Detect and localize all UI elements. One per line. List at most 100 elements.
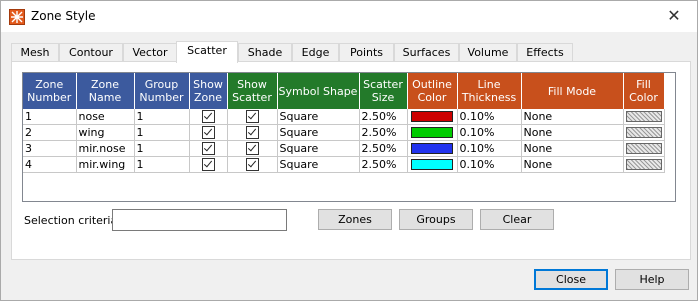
cell-outline-color[interactable] [407,156,458,173]
show-scatter-checkbox[interactable] [245,142,259,155]
cell-group-number[interactable]: 1 [134,156,190,173]
outline-color-swatch[interactable] [411,127,453,138]
cell-show-scatter[interactable] [227,140,278,157]
clear-button[interactable]: Clear [480,209,554,230]
fill-color-swatch[interactable] [625,111,662,122]
help-button[interactable]: Help [615,269,689,290]
tab-mesh[interactable]: Mesh [11,43,59,62]
fill-color-swatch[interactable] [625,159,662,170]
cell-line-thickness[interactable]: 0.10% [457,140,522,157]
cell-fill-color[interactable] [623,156,665,173]
table-row[interactable]: 2 wing 1 Square 2.50% 0.10% None [23,124,665,141]
cell-symbol-shape[interactable]: Square [277,109,360,125]
selection-criteria-label: Selection criteria: [24,214,121,227]
selection-criteria-input[interactable] [112,209,287,231]
outline-color-swatch[interactable] [411,143,453,154]
table-row[interactable]: 1 nose 1 Square 2.50% 0.10% None [23,109,665,125]
cell-fill-color[interactable] [623,109,665,125]
show-zone-checkbox[interactable] [201,110,215,123]
cell-group-number[interactable]: 1 [134,124,190,141]
tab-contour[interactable]: Contour [59,43,123,62]
window-title: Zone Style [31,9,96,23]
cell-fill-mode[interactable]: None [521,140,624,157]
cell-show-scatter[interactable] [227,156,278,173]
cell-fill-mode[interactable]: None [521,109,624,125]
header-outline-color[interactable]: Outline Color [407,73,458,109]
cell-scatter-size[interactable]: 2.50% [359,156,408,173]
cell-fill-color[interactable] [623,140,665,157]
header-zone-name[interactable]: Zone Name [76,73,135,109]
zone-table: Zone Number Zone Name Group Number Show … [23,73,665,173]
cell-zone-number[interactable]: 4 [23,156,77,173]
show-zone-checkbox[interactable] [201,142,215,155]
cell-symbol-shape[interactable]: Square [277,124,360,141]
tab-shade[interactable]: Shade [238,43,292,62]
tab-scatter[interactable]: Scatter [176,41,238,63]
cell-scatter-size[interactable]: 2.50% [359,124,408,141]
show-zone-checkbox[interactable] [201,158,215,171]
app-icon [9,9,25,25]
tab-surfaces[interactable]: Surfaces [394,43,459,62]
outline-color-swatch[interactable] [411,111,453,122]
tab-edge[interactable]: Edge [292,43,339,62]
tab-effects[interactable]: Effects [517,43,573,62]
table-row[interactable]: 3 mir.nose 1 Square 2.50% 0.10% None [23,140,665,157]
outline-color-swatch[interactable] [411,159,453,170]
cell-scatter-size[interactable]: 2.50% [359,140,408,157]
cell-show-scatter[interactable] [227,124,278,141]
cell-fill-mode[interactable]: None [521,156,624,173]
cell-line-thickness[interactable]: 0.10% [457,124,522,141]
cell-zone-number[interactable]: 3 [23,140,77,157]
tab-volume[interactable]: Volume [459,43,517,62]
cell-outline-color[interactable] [407,124,458,141]
table-header-row: Zone Number Zone Name Group Number Show … [23,73,665,109]
cell-line-thickness[interactable]: 0.10% [457,156,522,173]
cell-fill-color[interactable] [623,124,665,141]
scatter-panel: Zone Number Zone Name Group Number Show … [11,61,691,260]
cell-outline-color[interactable] [407,109,458,125]
cell-group-number[interactable]: 1 [134,109,190,125]
zone-style-dialog: Zone Style ✕ Mesh Contour Vector Scatter… [0,0,698,301]
cell-show-zone[interactable] [189,156,228,173]
cell-symbol-shape[interactable]: Square [277,140,360,157]
show-scatter-checkbox[interactable] [245,158,259,171]
cell-zone-number[interactable]: 2 [23,124,77,141]
cell-zone-name[interactable]: mir.nose [76,140,135,157]
zone-grid[interactable]: Zone Number Zone Name Group Number Show … [22,72,676,202]
cell-show-scatter[interactable] [227,109,278,125]
header-show-zone[interactable]: Show Zone [189,73,228,109]
cell-zone-name[interactable]: wing [76,124,135,141]
header-fill-color[interactable]: Fill Color [623,73,665,109]
header-show-scatter[interactable]: Show Scatter [227,73,278,109]
cell-line-thickness[interactable]: 0.10% [457,109,522,125]
cell-show-zone[interactable] [189,124,228,141]
tab-vector[interactable]: Vector [123,43,177,62]
header-line-thickness[interactable]: Line Thickness [457,73,522,109]
cell-show-zone[interactable] [189,140,228,157]
cell-scatter-size[interactable]: 2.50% [359,109,408,125]
cell-zone-number[interactable]: 1 [23,109,77,125]
cell-show-zone[interactable] [189,109,228,125]
fill-color-swatch[interactable] [625,127,662,138]
groups-button[interactable]: Groups [399,209,473,230]
fill-color-swatch[interactable] [625,143,662,154]
header-group-number[interactable]: Group Number [134,73,190,109]
cell-group-number[interactable]: 1 [134,140,190,157]
close-button[interactable]: Close [534,269,608,290]
header-symbol-shape[interactable]: Symbol Shape [277,73,360,109]
show-zone-checkbox[interactable] [201,126,215,139]
zones-button[interactable]: Zones [318,209,392,230]
cell-outline-color[interactable] [407,140,458,157]
header-fill-mode[interactable]: Fill Mode [521,73,624,109]
cell-fill-mode[interactable]: None [521,124,624,141]
table-row[interactable]: 4 mir.wing 1 Square 2.50% 0.10% None [23,156,665,173]
tab-points[interactable]: Points [339,43,394,62]
cell-zone-name[interactable]: mir.wing [76,156,135,173]
close-window-icon[interactable]: ✕ [651,1,697,32]
show-scatter-checkbox[interactable] [245,126,259,139]
header-zone-number[interactable]: Zone Number [23,73,77,109]
cell-zone-name[interactable]: nose [76,109,135,125]
cell-symbol-shape[interactable]: Square [277,156,360,173]
show-scatter-checkbox[interactable] [245,110,259,123]
header-scatter-size[interactable]: Scatter Size [359,73,408,109]
